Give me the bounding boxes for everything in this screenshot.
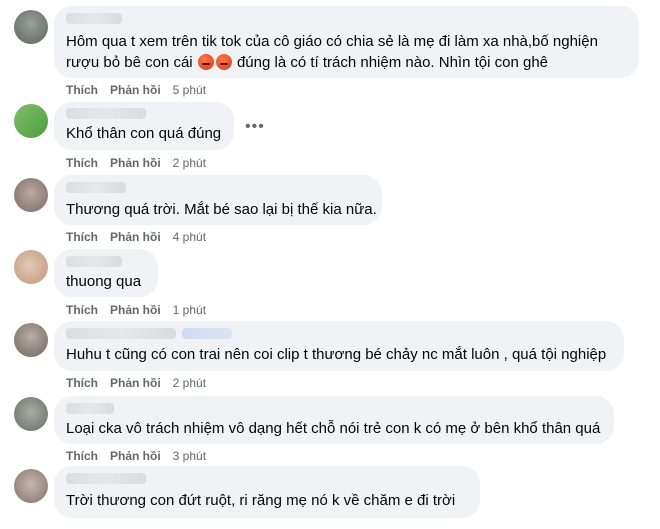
comment-text: thuong qua: [66, 273, 142, 290]
comment-text-line-2: rượu bỏ bê con cái đúng là có tí trách n…: [66, 53, 548, 73]
timestamp[interactable]: 3 phút: [173, 449, 206, 463]
timestamp[interactable]: 5 phút: [173, 83, 206, 97]
commenter-name[interactable]: [66, 403, 114, 414]
comment-actions: Thích Phản hồi 5 phút: [66, 83, 206, 97]
angry-face-icon: [197, 54, 214, 70]
timestamp[interactable]: 2 phút: [173, 376, 206, 390]
avatar[interactable]: [14, 178, 48, 212]
comment-text: Hôm qua t xem trên tik tok của cô giáo c…: [66, 33, 598, 50]
like-button[interactable]: Thích: [66, 376, 98, 390]
reply-button[interactable]: Phản hồi: [110, 83, 161, 97]
comment-text: Khổ thân con quá đúng: [66, 125, 222, 142]
timestamp[interactable]: 4 phút: [173, 230, 206, 244]
commenter-name[interactable]: [66, 256, 122, 267]
timestamp[interactable]: 1 phút: [173, 303, 206, 317]
timestamp[interactable]: 2 phút: [173, 156, 206, 170]
comment-bubble: Khổ thân con quá đúng: [54, 102, 234, 150]
avatar[interactable]: [14, 10, 48, 44]
tagged-user-link[interactable]: [182, 328, 232, 339]
comment-actions: Thích Phản hồi 3 phút: [66, 449, 206, 463]
avatar[interactable]: [14, 323, 48, 357]
comment-text-segment: đúng là có tí trách nhiệm nào. Nhìn tội …: [236, 54, 548, 71]
reply-button[interactable]: Phản hồi: [110, 230, 161, 244]
like-button[interactable]: Thích: [66, 230, 98, 244]
comment-text: Trời thương con đứt ruột, ri răng mẹ nó …: [66, 492, 456, 509]
comment-actions: Thích Phản hồi 4 phút: [66, 230, 206, 244]
reply-button[interactable]: Phản hồi: [110, 303, 161, 317]
more-options-icon[interactable]: •••: [245, 119, 265, 135]
comment-bubble: Hôm qua t xem trên tik tok của cô giáo c…: [54, 6, 639, 78]
like-button[interactable]: Thích: [66, 303, 98, 317]
commenter-name[interactable]: [66, 182, 126, 193]
like-button[interactable]: Thích: [66, 83, 98, 97]
avatar[interactable]: [14, 469, 48, 503]
comment-actions: Thích Phản hồi 2 phút: [66, 156, 206, 170]
comment-text: Huhu t cũng có con trai nên coi clip t t…: [66, 346, 607, 363]
comment-bubble: Trời thương con đứt ruột, ri răng mẹ nó …: [54, 466, 480, 518]
comment-bubble: Loại cka vô trách nhiệm vô dạng hết chỗ …: [54, 396, 614, 444]
comment-bubble: Thương quá trời. Mắt bé sao lại bị thế k…: [54, 175, 382, 225]
comment-actions: Thích Phản hồi 1 phút: [66, 303, 206, 317]
like-button[interactable]: Thích: [66, 449, 98, 463]
like-button[interactable]: Thích: [66, 156, 98, 170]
comment-text: Thương quá trời. Mắt bé sao lại bị thế k…: [66, 201, 377, 218]
commenter-name[interactable]: [66, 473, 146, 484]
reply-button[interactable]: Phản hồi: [110, 449, 161, 463]
commenter-name[interactable]: [66, 13, 122, 24]
avatar[interactable]: [14, 397, 48, 431]
reply-button[interactable]: Phản hồi: [110, 156, 161, 170]
angry-face-icon: [215, 54, 232, 70]
commenter-name[interactable]: [66, 108, 146, 119]
comment-bubble: Huhu t cũng có con trai nên coi clip t t…: [54, 321, 624, 371]
comment-actions: Thích Phản hồi 2 phút: [66, 376, 206, 390]
comment-text-segment: rượu bỏ bê con cái: [66, 54, 193, 71]
comment-bubble: thuong qua: [54, 249, 158, 297]
commenter-name[interactable]: [66, 328, 176, 339]
reply-button[interactable]: Phản hồi: [110, 376, 161, 390]
avatar[interactable]: [14, 250, 48, 284]
avatar[interactable]: [14, 104, 48, 138]
comment-text: Loại cka vô trách nhiệm vô dạng hết chỗ …: [66, 420, 601, 437]
